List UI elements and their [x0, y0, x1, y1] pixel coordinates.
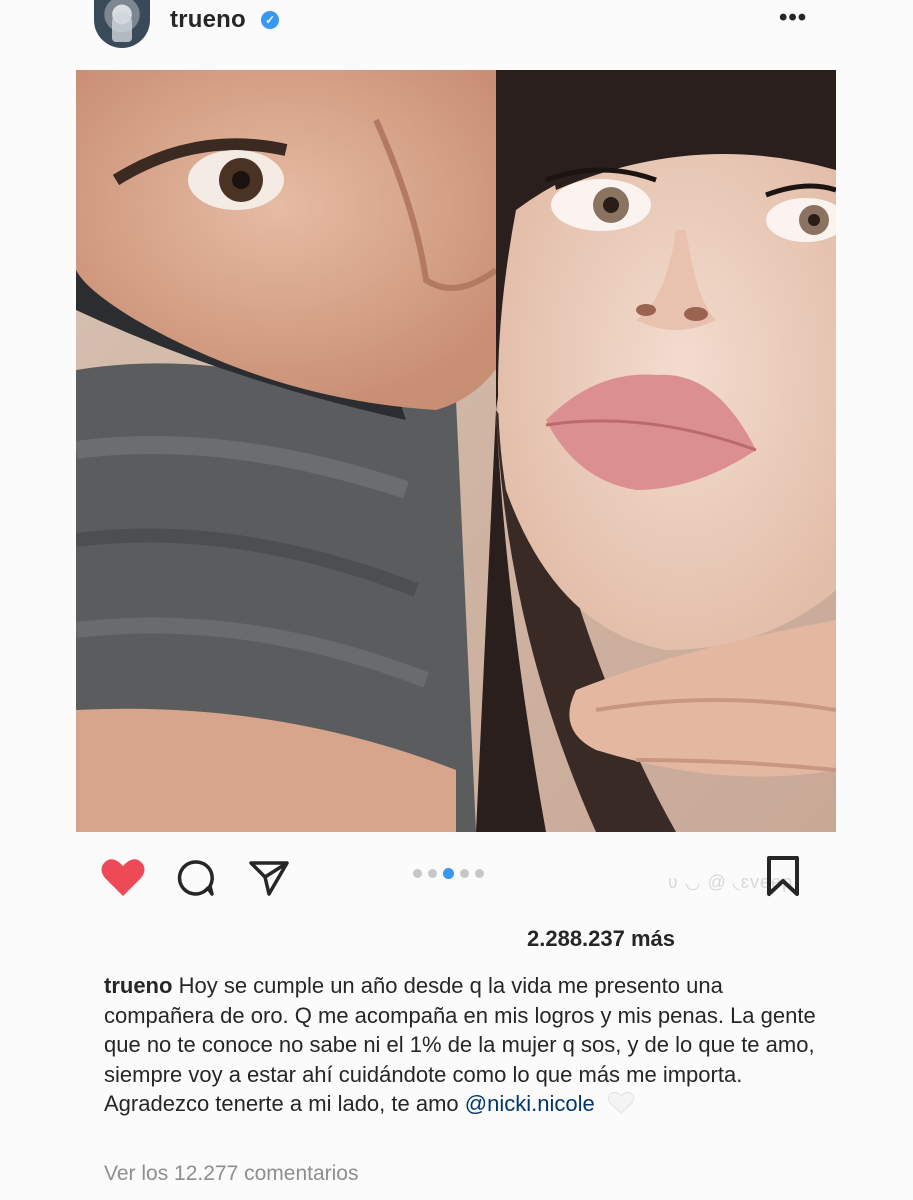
- post-actions: ʋ ◡ @ ◟ɛvɵɵp: [0, 850, 913, 910]
- carousel-dot[interactable]: [475, 868, 484, 878]
- caption-text: Hoy se cumple un año desde q la vida me …: [104, 973, 816, 1117]
- post-caption: trueno Hoy se cumple un año desde q la v…: [104, 971, 824, 1119]
- heart-filled-icon[interactable]: [100, 856, 146, 898]
- photo-illustration: [76, 70, 836, 832]
- caption-username[interactable]: trueno: [104, 973, 172, 998]
- post-image[interactable]: [76, 70, 836, 832]
- carousel-dot-active[interactable]: [443, 867, 454, 879]
- bookmark-icon[interactable]: [764, 854, 802, 898]
- verified-check-icon: ✓: [261, 11, 279, 29]
- comment-icon[interactable]: [175, 858, 215, 898]
- likes-count[interactable]: 2.288.237 más: [527, 926, 675, 952]
- carousel-dot[interactable]: [413, 868, 422, 878]
- post-header: trueno ✓ •••: [0, 0, 913, 48]
- mention-link[interactable]: @nicki.nicole: [465, 1091, 595, 1116]
- avatar[interactable]: [94, 0, 150, 48]
- more-options-icon[interactable]: •••: [779, 6, 807, 30]
- carousel-indicator: [413, 867, 484, 879]
- header-username[interactable]: trueno: [170, 6, 246, 34]
- carousel-dot[interactable]: [460, 868, 469, 878]
- send-icon[interactable]: [248, 858, 290, 898]
- view-comments-link[interactable]: Ver los 12.277 comentarios: [104, 1162, 358, 1186]
- white-heart-icon: [607, 1092, 635, 1115]
- carousel-dot[interactable]: [428, 868, 437, 878]
